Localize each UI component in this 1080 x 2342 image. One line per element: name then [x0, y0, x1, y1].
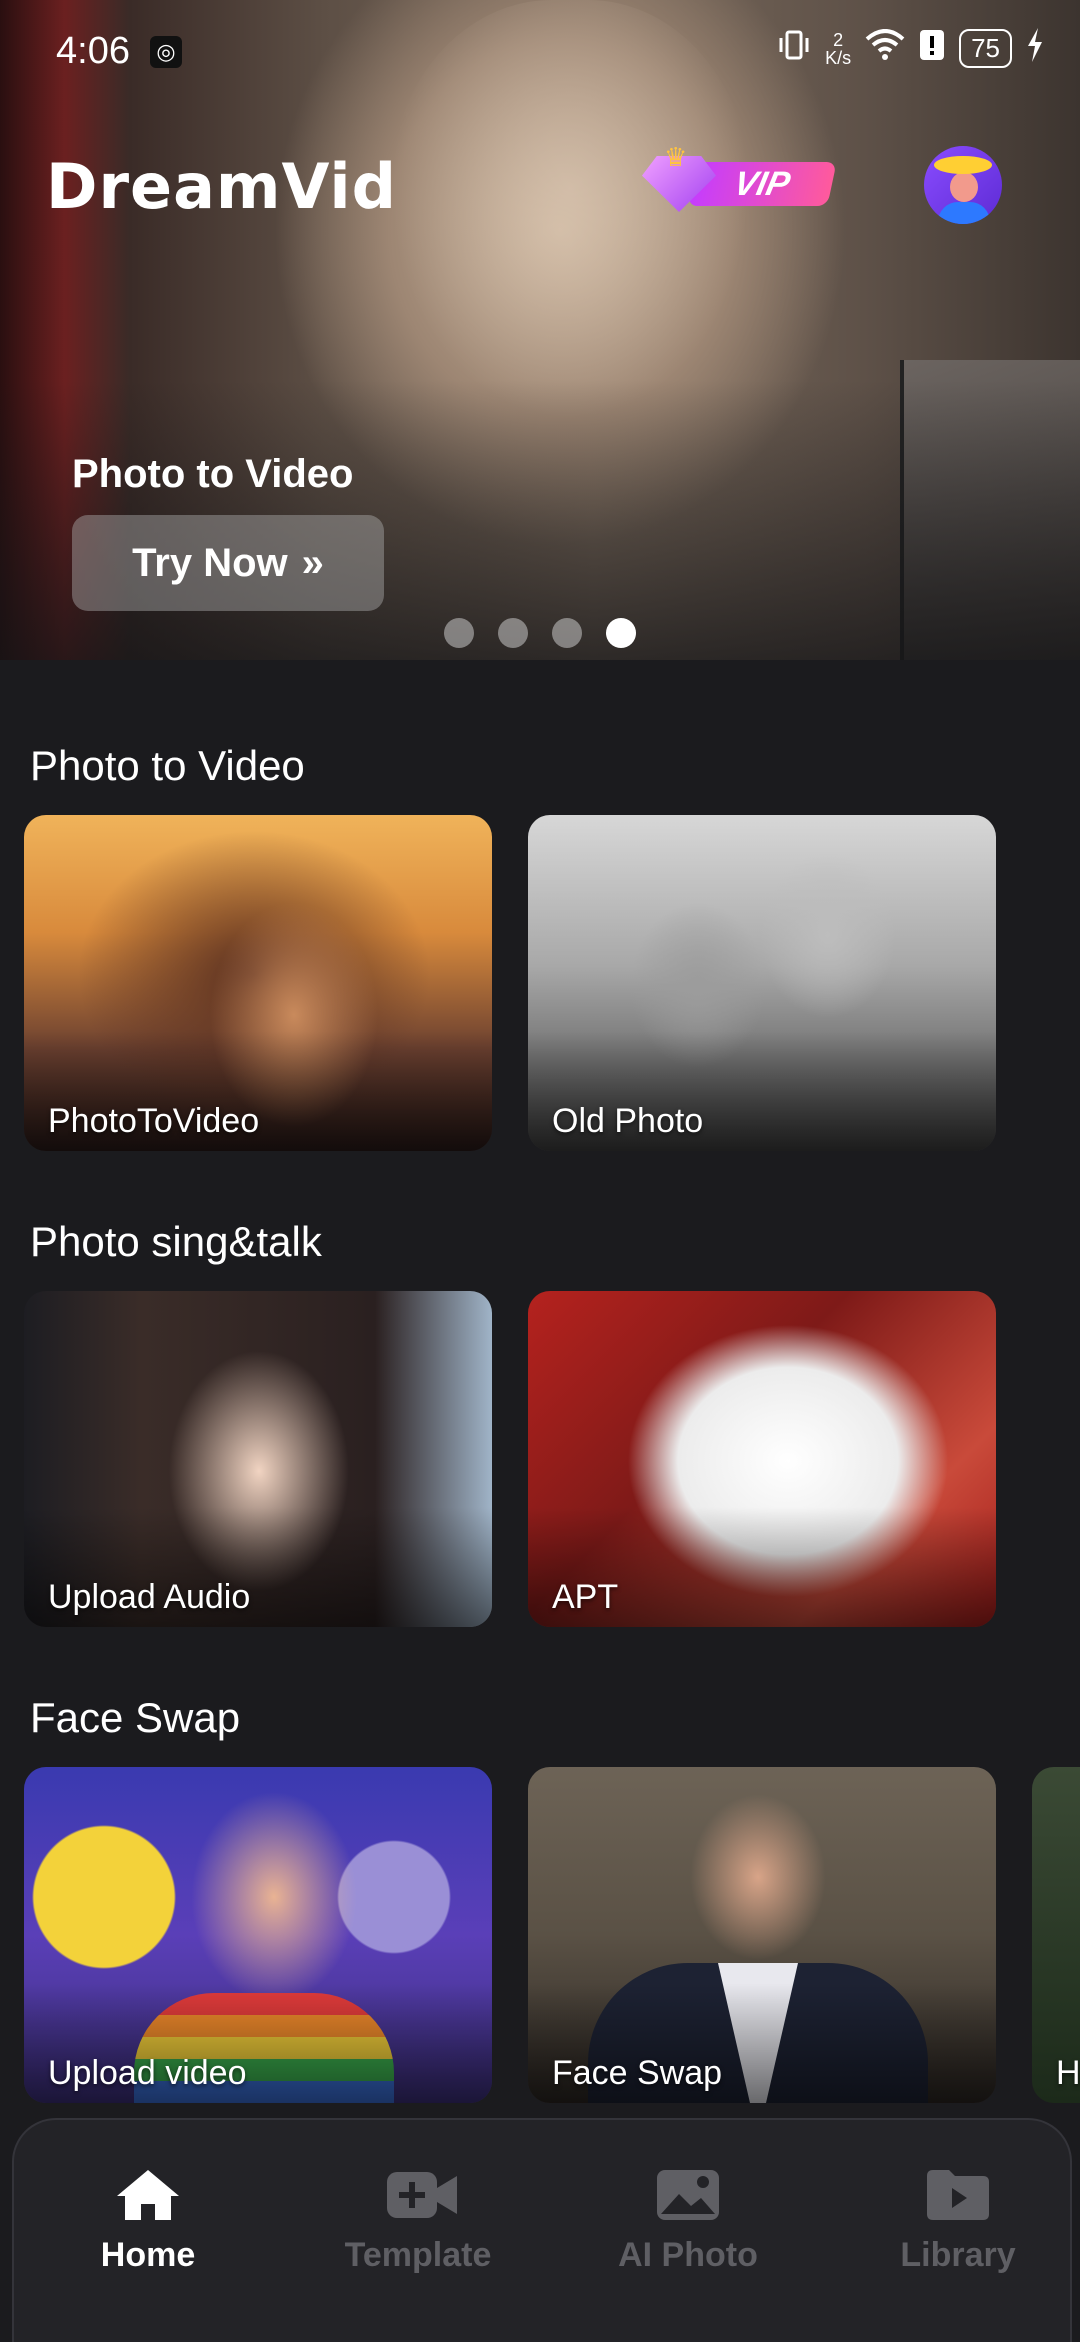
vibrate-icon — [777, 28, 811, 69]
nav-library[interactable]: Library — [858, 2168, 1058, 2275]
bottom-navigation: Home Template AI Photo Library — [12, 2118, 1072, 2342]
card-apt[interactable]: APT — [528, 1291, 996, 1627]
vip-button[interactable]: VIP ♛ — [642, 142, 842, 214]
card-label: APT — [552, 1578, 619, 1616]
crown-icon: ♛ — [664, 142, 688, 172]
section-title-face-swap: Face Swap — [30, 1694, 241, 1741]
card-label: Old Photo — [552, 1102, 704, 1140]
try-now-button[interactable]: Try Now » — [72, 515, 384, 611]
card-label: PhotoToVideo — [48, 1102, 260, 1140]
card-label: Upload Audio — [48, 1578, 251, 1616]
nav-home[interactable]: Home — [48, 2168, 248, 2275]
nav-label: AI Photo — [618, 2236, 758, 2274]
user-avatar[interactable] — [924, 146, 1002, 224]
battery-indicator: 75 — [959, 29, 1012, 68]
section-title-photo-to-video: Photo to Video — [30, 742, 305, 789]
double-chevron-right-icon: » — [301, 540, 324, 585]
video-add-icon — [385, 2168, 457, 2222]
card-partial[interactable]: H — [1032, 1767, 1080, 2103]
charging-icon — [1026, 28, 1044, 69]
card-label: H — [1056, 2054, 1080, 2092]
app-logo: DreamVid — [46, 150, 398, 223]
folder-play-icon — [925, 2168, 991, 2222]
pagination-dot[interactable] — [498, 618, 528, 648]
card-upload-video[interactable]: Upload video — [24, 1767, 492, 2103]
card-upload-audio[interactable]: Upload Audio — [24, 1291, 492, 1627]
nav-label: Template — [344, 2236, 492, 2274]
notification-app-icon: ◎ — [150, 36, 182, 68]
pagination-dot[interactable] — [444, 618, 474, 648]
home-icon — [115, 2168, 181, 2222]
banner-pagination — [444, 618, 636, 648]
network-speed: 2 K/s — [825, 29, 852, 68]
section-title-photo-sing-talk: Photo sing&talk — [30, 1218, 322, 1265]
nav-label: Library — [900, 2236, 1016, 2274]
wifi-icon — [865, 29, 905, 68]
card-face-swap[interactable]: Face Swap — [528, 1767, 996, 2103]
try-now-label: Try Now — [132, 540, 288, 585]
status-time: 4:06 — [56, 30, 130, 72]
card-old-photo[interactable]: Old Photo — [528, 815, 996, 1151]
card-label: Face Swap — [552, 2054, 723, 2092]
nav-template[interactable]: Template — [318, 2168, 518, 2275]
pagination-dot-active[interactable] — [606, 618, 636, 648]
card-label: Upload video — [48, 2054, 247, 2092]
pagination-dot[interactable] — [552, 618, 582, 648]
banner-title: Photo to Video — [72, 452, 354, 496]
nav-label: Home — [100, 2236, 196, 2274]
photo-icon — [655, 2168, 721, 2222]
nav-ai-photo[interactable]: AI Photo — [588, 2168, 788, 2275]
alert-icon — [919, 29, 945, 68]
status-bar: 4:06 ◎ 2 K/s 75 — [0, 0, 1080, 100]
card-photo-to-video[interactable]: PhotoToVideo — [24, 815, 492, 1151]
